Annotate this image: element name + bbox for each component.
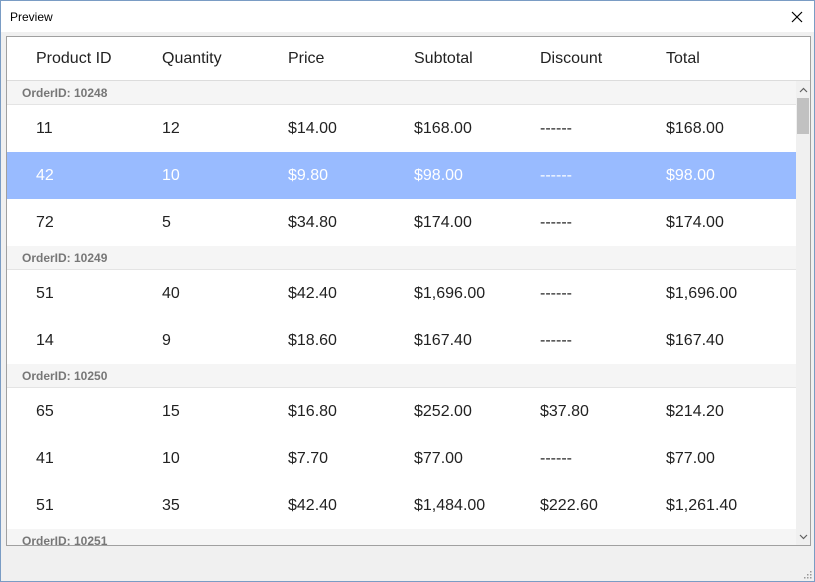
table-row[interactable]: 11 12 $14.00 $168.00 ------ $168.00 — [7, 105, 796, 152]
scroll-thumb[interactable] — [797, 98, 809, 134]
cell-price: $18.60 — [288, 332, 337, 349]
cell-subtotal: $77.00 — [414, 450, 463, 467]
cell-product-id: 51 — [36, 497, 54, 514]
column-header-price[interactable]: Price — [288, 50, 324, 68]
table-row[interactable]: 41 10 $7.70 $77.00 ------ $77.00 — [7, 435, 796, 482]
cell-discount: ------ — [540, 120, 572, 137]
cell-price: $34.80 — [288, 214, 337, 231]
cell-price: $7.70 — [288, 450, 329, 467]
chevron-up-icon — [799, 87, 807, 92]
cell-discount: $222.60 — [540, 497, 598, 514]
cell-total: $1,261.40 — [666, 497, 738, 514]
cell-product-id: 41 — [36, 450, 54, 467]
order-grid[interactable]: Product ID Quantity Price Subtotal Disco… — [6, 36, 811, 546]
cell-quantity: 9 — [162, 332, 171, 349]
cell-price: $42.40 — [288, 285, 337, 302]
cell-quantity: 10 — [162, 167, 180, 184]
cell-subtotal: $98.00 — [414, 167, 463, 184]
table-row[interactable]: 42 10 $9.80 $98.00 ------ $98.00 — [7, 152, 796, 199]
cell-total: $214.20 — [666, 403, 724, 420]
group-header-row[interactable]: OrderID: 10248 — [7, 81, 796, 105]
grid-header: Product ID Quantity Price Subtotal Disco… — [7, 37, 810, 81]
group-label: OrderID: 10250 — [22, 369, 108, 383]
scroll-down-button[interactable] — [796, 528, 810, 545]
group-label: OrderID: 10248 — [22, 86, 108, 100]
cell-product-id: 65 — [36, 403, 54, 420]
cell-discount: ------ — [540, 285, 572, 302]
column-header-total[interactable]: Total — [666, 50, 700, 68]
cell-subtotal: $167.40 — [414, 332, 472, 349]
table-row[interactable]: 51 40 $42.40 $1,696.00 ------ $1,696.00 — [7, 270, 796, 317]
column-header-product-id[interactable]: Product ID — [36, 50, 112, 68]
cell-product-id: 14 — [36, 332, 54, 349]
chevron-down-icon — [799, 534, 807, 539]
cell-product-id: 72 — [36, 214, 54, 231]
cell-total: $98.00 — [666, 167, 715, 184]
cell-discount: $37.80 — [540, 403, 589, 420]
cell-quantity: 35 — [162, 497, 180, 514]
table-row[interactable]: 14 9 $18.60 $167.40 ------ $167.40 — [7, 317, 796, 364]
cell-discount: ------ — [540, 214, 572, 231]
cell-quantity: 10 — [162, 450, 180, 467]
cell-quantity: 15 — [162, 403, 180, 420]
cell-product-id: 42 — [36, 167, 54, 184]
cell-price: $42.40 — [288, 497, 337, 514]
group-label: OrderID: 10251 — [22, 534, 108, 545]
column-header-quantity[interactable]: Quantity — [162, 50, 222, 68]
cell-total: $167.40 — [666, 332, 724, 349]
cell-quantity: 5 — [162, 214, 171, 231]
cell-total: $174.00 — [666, 214, 724, 231]
column-header-discount[interactable]: Discount — [540, 50, 602, 68]
cell-product-id: 11 — [36, 120, 53, 137]
cell-price: $14.00 — [288, 120, 337, 137]
scroll-up-button[interactable] — [796, 81, 810, 98]
cell-product-id: 51 — [36, 285, 54, 302]
table-row[interactable]: 65 15 $16.80 $252.00 $37.80 $214.20 — [7, 388, 796, 435]
cell-subtotal: $252.00 — [414, 403, 472, 420]
table-row[interactable]: 72 5 $34.80 $174.00 ------ $174.00 — [7, 199, 796, 246]
group-header-row[interactable]: OrderID: 10251 — [7, 529, 796, 545]
table-row[interactable]: 51 35 $42.40 $1,484.00 $222.60 $1,261.40 — [7, 482, 796, 529]
preview-window: Preview Product ID Quantity Price Subtot… — [0, 0, 815, 582]
cell-discount: ------ — [540, 167, 572, 184]
cell-quantity: 40 — [162, 285, 180, 302]
window-title: Preview — [10, 10, 53, 24]
cell-discount: ------ — [540, 332, 572, 349]
group-label: OrderID: 10249 — [22, 251, 108, 265]
cell-total: $77.00 — [666, 450, 715, 467]
title-bar[interactable]: Preview — [1, 1, 814, 32]
grid-body: OrderID: 10248 11 12 $14.00 $168.00 ------ $16… — [7, 81, 796, 545]
cell-subtotal: $168.00 — [414, 120, 472, 137]
cell-price: $16.80 — [288, 403, 337, 420]
cell-price: $9.80 — [288, 167, 329, 184]
column-header-subtotal[interactable]: Subtotal — [414, 50, 473, 68]
cell-total: $1,696.00 — [666, 285, 738, 302]
cell-subtotal: $174.00 — [414, 214, 472, 231]
group-header-row[interactable]: OrderID: 10250 — [7, 364, 796, 388]
close-icon — [791, 11, 803, 22]
cell-quantity: 12 — [162, 120, 180, 137]
cell-subtotal: $1,484.00 — [414, 497, 486, 514]
cell-subtotal: $1,696.00 — [414, 285, 486, 302]
group-header-row[interactable]: OrderID: 10249 — [7, 246, 796, 270]
vertical-scrollbar[interactable] — [796, 81, 810, 545]
cell-discount: ------ — [540, 450, 572, 467]
resize-grip-icon[interactable] — [802, 569, 812, 579]
close-button[interactable] — [780, 1, 814, 32]
cell-total: $168.00 — [666, 120, 724, 137]
